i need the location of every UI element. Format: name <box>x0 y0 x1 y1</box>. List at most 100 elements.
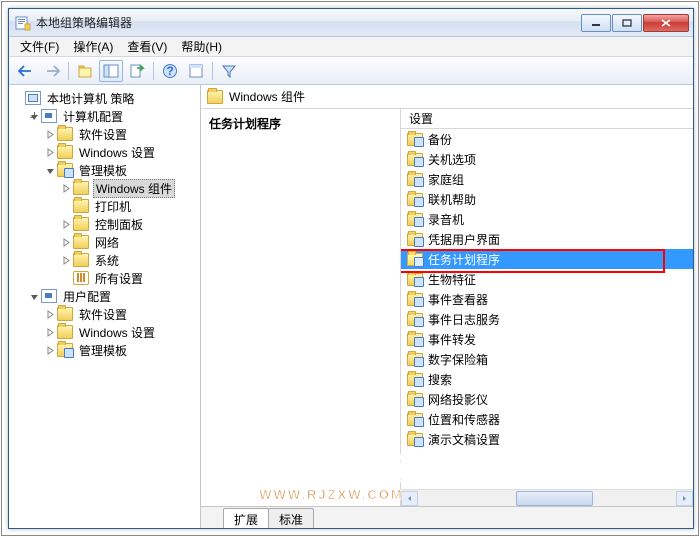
settings-row[interactable]: 凭据用户界面 <box>401 229 693 249</box>
settings-panel: 设置 备份关机选项家庭组联机帮助录音机凭据用户界面任务计划程序生物特征事件查看器… <box>401 109 693 506</box>
settings-row[interactable]: 备份 <box>401 129 693 149</box>
settings-row-label: 凭据用户界面 <box>428 231 500 248</box>
expand-icon[interactable] <box>43 307 57 321</box>
view-tabs: 扩展 标准 <box>201 506 693 528</box>
settings-row[interactable]: 生物特征 <box>401 269 693 289</box>
expand-icon[interactable] <box>43 343 57 357</box>
settings-row-label: 网络投影仪 <box>428 391 488 408</box>
folder-setting-icon <box>407 293 423 306</box>
settings-list[interactable]: 备份关机选项家庭组联机帮助录音机凭据用户界面任务计划程序生物特征事件查看器事件日… <box>401 129 693 489</box>
folder-setting-icon <box>407 193 423 206</box>
settings-row[interactable]: 网络投影仪 <box>401 389 693 409</box>
maximize-button[interactable] <box>612 14 642 32</box>
folder-icon <box>73 253 89 267</box>
folder-setting-icon <box>407 333 423 346</box>
menu-file[interactable]: 文件(F) <box>13 36 66 57</box>
scroll-left-icon[interactable] <box>401 491 418 506</box>
tree-user-config[interactable]: 用户配置 <box>11 287 198 305</box>
settings-row[interactable]: 搜索 <box>401 369 693 389</box>
scroll-thumb[interactable] <box>516 491 593 506</box>
tree-panel[interactable]: 本地计算机 策略 计算机配置 软件设置 Windows 设置 管理模板 Wind… <box>9 85 201 528</box>
up-level-button[interactable] <box>73 60 97 82</box>
tree-software-settings[interactable]: 软件设置 <box>11 125 198 143</box>
tree-control-panel[interactable]: 控制面板 <box>11 215 198 233</box>
close-button[interactable] <box>643 14 689 32</box>
menu-bar: 文件(F) 操作(A) 查看(V) 帮助(H) <box>9 37 693 57</box>
export-list-button[interactable] <box>125 60 149 82</box>
expand-icon[interactable] <box>43 325 57 339</box>
settings-row[interactable]: 事件日志服务 <box>401 309 693 329</box>
tree-u-windows-settings[interactable]: Windows 设置 <box>11 323 198 341</box>
tree-printers[interactable]: 打印机 <box>11 197 198 215</box>
title-bar[interactable]: 本地组策略编辑器 <box>9 9 693 37</box>
help-button[interactable]: ? <box>158 60 182 82</box>
tree-windows-components[interactable]: Windows 组件 <box>11 179 198 197</box>
folder-setting-icon <box>57 163 73 177</box>
minimize-button[interactable] <box>581 14 611 32</box>
tree-windows-settings[interactable]: Windows 设置 <box>11 143 198 161</box>
folder-setting-icon <box>57 343 73 357</box>
window-title: 本地组策略编辑器 <box>36 14 580 31</box>
settings-row[interactable]: 关机选项 <box>401 149 693 169</box>
column-header-setting[interactable]: 设置 <box>401 109 693 129</box>
tree-u-software-settings[interactable]: 软件设置 <box>11 305 198 323</box>
settings-row[interactable]: 家庭组 <box>401 169 693 189</box>
settings-row-label: 数字保险箱 <box>428 351 488 368</box>
tree-computer-config[interactable]: 计算机配置 <box>11 107 198 125</box>
properties-button[interactable] <box>184 60 208 82</box>
tree-u-admin-templates[interactable]: 管理模板 <box>11 341 198 359</box>
show-hide-tree-button[interactable] <box>99 60 123 82</box>
tree-network[interactable]: 网络 <box>11 233 198 251</box>
breadcrumb-label: Windows 组件 <box>229 88 305 105</box>
folder-open-icon <box>207 90 223 104</box>
settings-row[interactable]: 录音机 <box>401 209 693 229</box>
expand-icon[interactable] <box>59 253 73 267</box>
settings-row-label: 事件转发 <box>428 331 476 348</box>
expand-icon[interactable] <box>59 235 73 249</box>
settings-row[interactable]: 联机帮助 <box>401 189 693 209</box>
breadcrumb-bar: Windows 组件 <box>201 85 693 109</box>
tree-system[interactable]: 系统 <box>11 251 198 269</box>
svg-text:?: ? <box>166 64 173 78</box>
tree-admin-templates[interactable]: 管理模板 <box>11 161 198 179</box>
selected-item-heading: 任务计划程序 <box>209 115 392 132</box>
settings-row[interactable]: 任务计划程序 <box>401 249 693 269</box>
expand-icon[interactable] <box>59 181 73 195</box>
settings-row-label: 位置和传感器 <box>428 411 500 428</box>
expand-icon[interactable] <box>43 127 57 141</box>
tree-root[interactable]: 本地计算机 策略 <box>11 89 198 107</box>
folder-icon <box>57 145 73 159</box>
user-config-icon <box>41 289 57 303</box>
expand-icon[interactable] <box>43 145 57 159</box>
settings-row[interactable]: 演示文稿设置 <box>401 429 693 449</box>
filter-button[interactable] <box>217 60 241 82</box>
settings-row-label: 事件日志服务 <box>428 311 500 328</box>
settings-row[interactable]: 事件查看器 <box>401 289 693 309</box>
menu-view[interactable]: 查看(V) <box>120 36 174 57</box>
settings-row[interactable]: 事件转发 <box>401 329 693 349</box>
settings-row-label: 生物特征 <box>428 271 476 288</box>
nav-back-button[interactable] <box>14 60 38 82</box>
tree-all-settings[interactable]: 所有设置 <box>11 269 198 287</box>
tab-standard[interactable]: 标准 <box>268 508 314 528</box>
settings-row[interactable]: 位置和传感器 <box>401 409 693 429</box>
settings-row-label: 备份 <box>428 131 452 148</box>
menu-action[interactable]: 操作(A) <box>66 36 120 57</box>
collapse-icon[interactable] <box>27 289 41 303</box>
folder-setting-icon <box>407 153 423 166</box>
folder-setting-icon <box>407 173 423 186</box>
scroll-right-icon[interactable] <box>676 491 693 506</box>
folder-setting-icon <box>407 413 423 426</box>
collapse-icon[interactable] <box>27 109 41 123</box>
collapse-icon[interactable] <box>43 163 57 177</box>
horizontal-scrollbar[interactable] <box>401 489 693 506</box>
menu-help[interactable]: 帮助(H) <box>174 36 229 57</box>
tab-extended[interactable]: 扩展 <box>223 508 269 528</box>
main-area: 本地计算机 策略 计算机配置 软件设置 Windows 设置 管理模板 Wind… <box>9 85 693 528</box>
expand-icon[interactable] <box>59 217 73 231</box>
nav-forward-button[interactable] <box>40 60 64 82</box>
settings-row[interactable]: 数字保险箱 <box>401 349 693 369</box>
computer-config-icon <box>41 109 57 123</box>
folder-icon <box>57 307 73 321</box>
settings-row-label: 任务计划程序 <box>428 251 500 268</box>
